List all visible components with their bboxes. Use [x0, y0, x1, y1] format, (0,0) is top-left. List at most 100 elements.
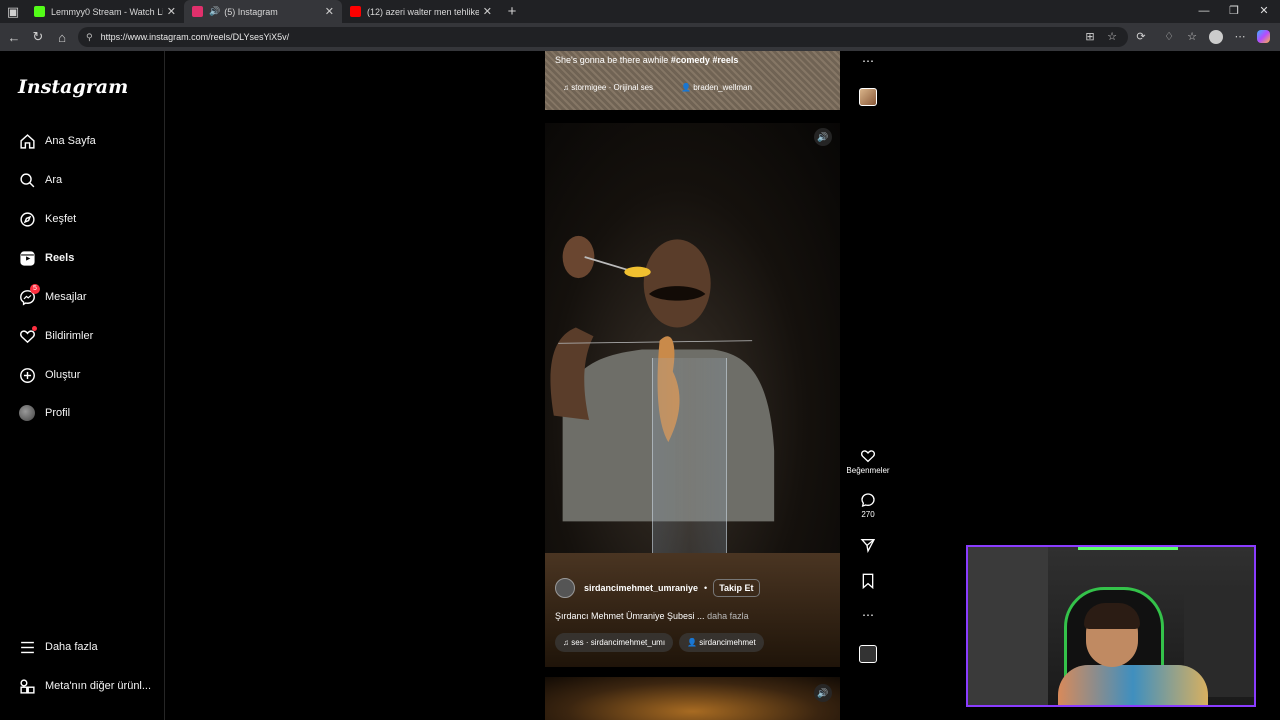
reel-hashtags[interactable]: #comedy #reels [671, 55, 739, 65]
sidebar-item-label: Meta'nın diğer ürünl... [45, 680, 152, 692]
tab-title: (12) azeri walter men tehlikenin d [367, 6, 479, 17]
like-label: Beğenmeler [846, 466, 890, 475]
author-avatar[interactable] [555, 578, 575, 598]
sidebar-item-profile[interactable]: Profil [18, 403, 70, 423]
music-note-icon: ♫ [563, 638, 572, 647]
sidebar-item-explore[interactable]: Keşfet [18, 209, 76, 229]
reel-caption: She's gonna be there awhile #comedy #ree… [555, 55, 739, 65]
previous-reel-audio-thumbnail[interactable] [845, 88, 891, 106]
mute-toggle-icon[interactable]: 🔊 [814, 128, 832, 146]
new-tab-icon[interactable]: + [500, 3, 524, 20]
browser-tab-kick[interactable]: Lemmyy0 Stream - Watch Live on ✕ [26, 0, 184, 23]
sidebar-item-meta-products[interactable]: Meta'nın diğer ürünl... [18, 676, 151, 696]
user-icon: 👤 [687, 638, 700, 647]
minimize-icon[interactable]: — [1188, 0, 1220, 23]
site-info-icon[interactable]: ⚲ [86, 32, 93, 43]
separator-dot: • [704, 583, 708, 593]
water-glass [652, 358, 727, 563]
messages-badge: 5 [30, 284, 40, 294]
sidebar-item-more[interactable]: Daha fazla [18, 637, 98, 657]
bookmark-icon [862, 573, 874, 589]
close-window-icon[interactable]: ✕ [1248, 0, 1280, 23]
sidebar-item-label: Reels [45, 252, 75, 264]
kick-favicon-icon [34, 6, 45, 17]
see-more-link[interactable]: daha fazla [707, 611, 749, 621]
youtube-favicon-icon [350, 6, 361, 17]
comment-icon [861, 493, 875, 508]
favorite-star-icon[interactable]: ☆ [1102, 27, 1122, 47]
reels-icon [18, 249, 36, 267]
sidebar-item-label: Oluştur [45, 369, 81, 381]
author-username[interactable]: sirdancimehmet_umraniye [584, 583, 698, 593]
browser-tab-youtube[interactable]: (12) azeri walter men tehlikenin d ✕ [342, 0, 500, 23]
next-reel[interactable]: 🔊 [545, 677, 840, 720]
close-tab-icon[interactable]: ✕ [325, 5, 334, 18]
share-button[interactable] [845, 537, 891, 553]
meta-products-icon [18, 677, 36, 695]
compass-icon [18, 210, 36, 228]
close-tab-icon[interactable]: ✕ [167, 5, 176, 18]
reload-icon[interactable]: ↻ [26, 29, 50, 45]
webcam-frame-glow [1078, 547, 1178, 550]
heart-icon [18, 326, 37, 345]
app-available-icon[interactable]: ⊞ [1080, 27, 1100, 47]
tab-title: (5) Instagram [224, 6, 278, 17]
avatar [18, 404, 36, 422]
audio-pill[interactable]: ♫ ses · sirdancimehmet_umı [555, 633, 674, 652]
browser-tab-instagram[interactable]: 🔊 (5) Instagram ✕ [184, 0, 342, 23]
mute-toggle-icon[interactable]: 🔊 [814, 684, 832, 702]
profile-avatar[interactable] [1206, 27, 1226, 47]
search-icon [18, 171, 36, 189]
url-field[interactable]: ⚲ https://www.instagram.com/reels/DLYses… [78, 27, 1128, 47]
webcam-wall [968, 547, 1048, 705]
instagram-logo[interactable]: Instagram [18, 76, 128, 98]
back-icon[interactable]: ← [2, 30, 26, 45]
reel-more-icon[interactable]: ⋯ [845, 608, 891, 622]
comment-button[interactable]: 270 [845, 492, 891, 519]
sidebar-item-notifications[interactable]: Bildirimler [18, 326, 93, 346]
extensions-icon[interactable]: ⟳ [1131, 27, 1151, 47]
favorites-icon[interactable]: ☆ [1182, 27, 1202, 47]
maximize-icon[interactable]: ❐ [1218, 0, 1250, 23]
instagram-favicon-icon [192, 6, 203, 17]
hamburger-menu-icon [18, 638, 36, 656]
save-button[interactable] [845, 573, 891, 589]
reel-audio-thumbnail[interactable] [845, 645, 891, 663]
follow-button[interactable]: Takip Et [713, 579, 760, 597]
plus-square-icon [18, 366, 36, 384]
heart-icon [860, 450, 876, 463]
browser-tab-bar: ▣ Lemmyy0 Stream - Watch Live on ✕ 🔊 (5)… [0, 0, 1280, 23]
tagged-user-link[interactable]: 👤 braden_wellman [681, 83, 752, 92]
sidebar-item-messages[interactable]: 5 Mesajlar [18, 284, 87, 307]
streamer-shirt [1058, 665, 1208, 705]
sidebar-item-search[interactable]: Ara [18, 170, 62, 190]
streamer-webcam-overlay [966, 545, 1256, 707]
sidebar-item-home[interactable]: Ana Sayfa [18, 131, 96, 151]
previous-reel[interactable]: She's gonna be there awhile #comedy #ree… [545, 51, 840, 110]
like-button[interactable]: Beğenmeler [845, 448, 891, 475]
sidebar-item-label: Keşfet [45, 213, 77, 225]
notification-dot [32, 326, 37, 331]
home-icon[interactable]: ⌂ [50, 30, 74, 45]
home-icon [18, 132, 36, 150]
sidebar-item-reels[interactable]: Reels [18, 248, 74, 268]
more-menu-icon[interactable]: ⋯ [1230, 27, 1250, 47]
close-tab-icon[interactable]: ✕ [483, 5, 492, 18]
sidebar-item-label: Daha fazla [45, 641, 98, 653]
browser-essentials-icon[interactable]: ♢ [1159, 27, 1179, 47]
reel-info-overlay: sirdancimehmet_umraniye • Takip Et Şırda… [555, 578, 835, 652]
speaker-icon[interactable]: 🔊 [209, 6, 220, 17]
reel-description: Şırdancı Mehmet Ümraniye Şubesi ... daha… [555, 611, 749, 621]
tab-actions-icon[interactable]: ▣ [0, 4, 26, 20]
audio-link[interactable]: ♫ stormigee · Orijinal ses [563, 83, 653, 92]
comment-count: 270 [861, 510, 875, 519]
copilot-icon[interactable] [1254, 27, 1274, 47]
address-bar-row: ← ↻ ⌂ ⚲ https://www.instagram.com/reels/… [0, 23, 1280, 51]
sidebar-item-label: Bildirimler [45, 330, 94, 342]
previous-reel-more-icon[interactable]: ⋯ [845, 54, 891, 68]
sidebar-item-label: Mesajlar [45, 291, 87, 303]
sidebar-item-create[interactable]: Oluştur [18, 365, 80, 385]
tagged-user-pill[interactable]: 👤 sirdancimehmet [679, 633, 764, 652]
instagram-sidebar: Instagram Ana Sayfa Ara Keşfet Reels 5 M… [0, 51, 165, 720]
send-icon [860, 539, 876, 553]
